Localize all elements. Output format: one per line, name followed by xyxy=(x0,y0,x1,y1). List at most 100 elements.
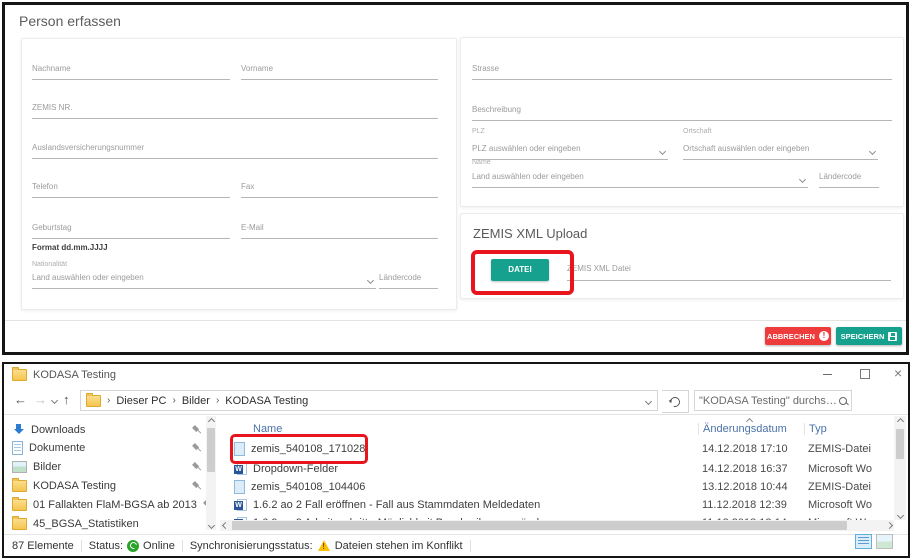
maximize-button[interactable] xyxy=(854,364,876,384)
address-dropdown-chevron-icon[interactable] xyxy=(645,398,652,405)
auslandsversicherungsnummer-field[interactable]: Auslandsversicherungsnummer xyxy=(32,142,438,159)
fax-label: Fax xyxy=(241,182,254,191)
pin-icon xyxy=(190,459,204,473)
sidebar-item-45-bgsa-statistiken[interactable]: 45_BGSA_Statistiken xyxy=(12,516,202,531)
telefon-label: Telefon xyxy=(32,182,58,191)
file-type: Microsoft Wo xyxy=(804,463,884,475)
speichern-button[interactable]: SPEICHERN xyxy=(836,327,902,345)
land-select[interactable]: Land auswählen oder eingeben xyxy=(472,171,808,188)
scroll-up-icon[interactable] xyxy=(206,416,216,426)
sidebar-item-downloads[interactable]: Downloads xyxy=(12,422,202,437)
zemis-file-icon xyxy=(234,480,245,494)
telefon-field[interactable]: Telefon xyxy=(32,181,230,198)
chevron-down-icon[interactable] xyxy=(367,277,374,284)
breadcrumb-kodasa-testing[interactable]: KODASA Testing xyxy=(225,395,308,407)
forward-icon[interactable]: → xyxy=(34,392,47,408)
scroll-down-icon[interactable] xyxy=(895,510,905,520)
file-name: 1.6.2 ao 2 Fall eröffnen - Fall aus Stam… xyxy=(253,499,540,511)
breadcrumb-dieser-pc[interactable]: Dieser PC xyxy=(116,395,166,407)
beschreibung-field[interactable]: Beschreibung xyxy=(472,104,892,121)
column-header-type[interactable]: Typ xyxy=(804,423,884,435)
search-placeholder: "KODASA Testing" durchsuch... xyxy=(699,395,839,407)
file-name: zemis_540108_104406 xyxy=(251,481,365,493)
up-icon[interactable]: ↑ xyxy=(63,392,70,408)
laendercode-field[interactable]: Ländercode xyxy=(819,171,879,188)
page-title: Person erfassen xyxy=(19,13,121,29)
nationalitaet-laendercode-label: Ländercode xyxy=(379,273,421,282)
sidebar-scrollbar[interactable] xyxy=(206,416,216,530)
explorer-titlebar[interactable]: KODASA Testing xyxy=(4,364,908,386)
breadcrumb-bilder[interactable]: Bilder xyxy=(182,395,210,407)
chevron-down-icon[interactable] xyxy=(869,148,876,155)
chevron-down-icon[interactable] xyxy=(799,176,806,183)
nationalitaet-land-placeholder: Land auswählen oder eingeben xyxy=(32,273,144,282)
file-type: Microsoft Wo xyxy=(804,499,884,511)
minimize-button[interactable] xyxy=(816,364,838,384)
file-date: 14.12.2018 17:10 xyxy=(698,443,804,455)
divider xyxy=(470,540,471,552)
vorname-field[interactable]: Vorname xyxy=(241,63,438,80)
sync-status-value: Dateien stehen im Konflikt xyxy=(335,540,463,552)
email-field[interactable]: E-Mail xyxy=(241,222,438,239)
pin-icon xyxy=(190,440,204,454)
file-date: 13.12.2018 10:44 xyxy=(698,481,804,493)
nachname-label: Nachname xyxy=(32,64,71,73)
zemis-xml-datei-label: ZEMIS XML Datei xyxy=(567,264,631,273)
name-label: Name xyxy=(472,159,491,166)
divider xyxy=(182,540,183,552)
sync-status-label: Synchronisierungsstatus: xyxy=(190,540,313,552)
breadcrumb-separator: › xyxy=(170,395,177,406)
plz-select[interactable]: PLZ auswählen oder eingeben xyxy=(472,143,668,160)
recent-locations-chevron-icon[interactable] xyxy=(51,397,58,404)
scroll-up-icon[interactable] xyxy=(895,416,905,426)
ortschaft-placeholder: Ortschaft auswählen oder eingeben xyxy=(683,144,809,153)
scrollbar-thumb[interactable] xyxy=(896,429,904,459)
vertical-scrollbar[interactable] xyxy=(894,416,906,520)
chevron-down-icon[interactable] xyxy=(659,148,666,155)
scroll-left-icon[interactable] xyxy=(220,520,230,530)
auslandsversicherungsnummer-label: Auslandsversicherungsnummer xyxy=(32,143,144,152)
abbrechen-button[interactable]: ABBRECHEN xyxy=(765,327,831,345)
zemis-xml-datei-field[interactable]: ZEMIS XML Datei xyxy=(567,263,891,281)
fax-field[interactable]: Fax xyxy=(241,181,438,198)
scrollbar-thumb[interactable] xyxy=(232,521,847,530)
table-row-fall-eroeffnen[interactable]: 1.6.2 ao 2 Fall eröffnen - Fall aus Stam… xyxy=(225,496,893,513)
nationalitaet-land-select[interactable]: Land auswählen oder eingeben xyxy=(32,272,376,289)
warning-icon xyxy=(318,540,330,551)
maximize-icon xyxy=(860,369,870,379)
nachname-field[interactable]: Nachname xyxy=(32,63,230,80)
refresh-icon xyxy=(668,395,682,409)
nationalitaet-laendercode-field[interactable]: Ländercode xyxy=(379,272,438,289)
thumbnail-view-button[interactable] xyxy=(876,534,893,549)
zemis-nr-field[interactable]: ZEMIS NR. xyxy=(32,102,438,119)
ortschaft-select[interactable]: Ortschaft auswählen oder eingeben xyxy=(683,143,878,160)
column-header-date[interactable]: Änderungsdatum xyxy=(698,423,804,435)
sidebar-item-01-fallakten[interactable]: 01 Fallakten FlaM-BGSA ab 2013 xyxy=(12,497,202,512)
search-input[interactable]: "KODASA Testing" durchsuch... xyxy=(694,390,852,411)
geburtstag-field[interactable]: Geburtstag xyxy=(32,222,230,239)
close-button[interactable] xyxy=(888,364,910,384)
strasse-field[interactable]: Strasse xyxy=(472,63,892,80)
ortschaft-label: Ortschaft xyxy=(683,128,711,135)
details-view-button[interactable] xyxy=(855,534,872,549)
scroll-down-icon[interactable] xyxy=(206,520,216,530)
refresh-button[interactable] xyxy=(662,390,689,413)
address-bar[interactable]: › Dieser PC › Bilder › KODASA Testing xyxy=(80,390,658,411)
breadcrumb-separator: › xyxy=(105,395,112,406)
file-name: Dropdown-Felder xyxy=(253,463,338,475)
address-card: Strasse Beschreibung PLZ PLZ auswählen o… xyxy=(460,37,904,207)
scrollbar-thumb[interactable] xyxy=(207,428,215,472)
sidebar-item-dokumente[interactable]: Dokumente xyxy=(12,440,202,455)
table-row-zemis-540108-104406[interactable]: zemis_540108_104406 13.12.2018 10:44 ZEM… xyxy=(225,478,893,495)
person-data-card: Nachname Vorname ZEMIS NR. Auslandsversi… xyxy=(21,38,457,310)
sidebar-item-label: Bilder xyxy=(33,461,61,473)
sidebar-item-kodasa-testing[interactable]: KODASA Testing xyxy=(12,478,202,493)
geburtstag-label: Geburtstag xyxy=(32,223,72,232)
back-icon[interactable]: ← xyxy=(14,392,27,408)
search-icon[interactable] xyxy=(839,397,847,405)
horizontal-scrollbar[interactable] xyxy=(220,520,894,531)
sidebar-item-label: Downloads xyxy=(31,424,85,436)
scroll-right-icon[interactable] xyxy=(884,520,894,530)
nationalitaet-label: Nationalität xyxy=(32,261,67,268)
sidebar-item-bilder[interactable]: Bilder xyxy=(12,459,202,474)
